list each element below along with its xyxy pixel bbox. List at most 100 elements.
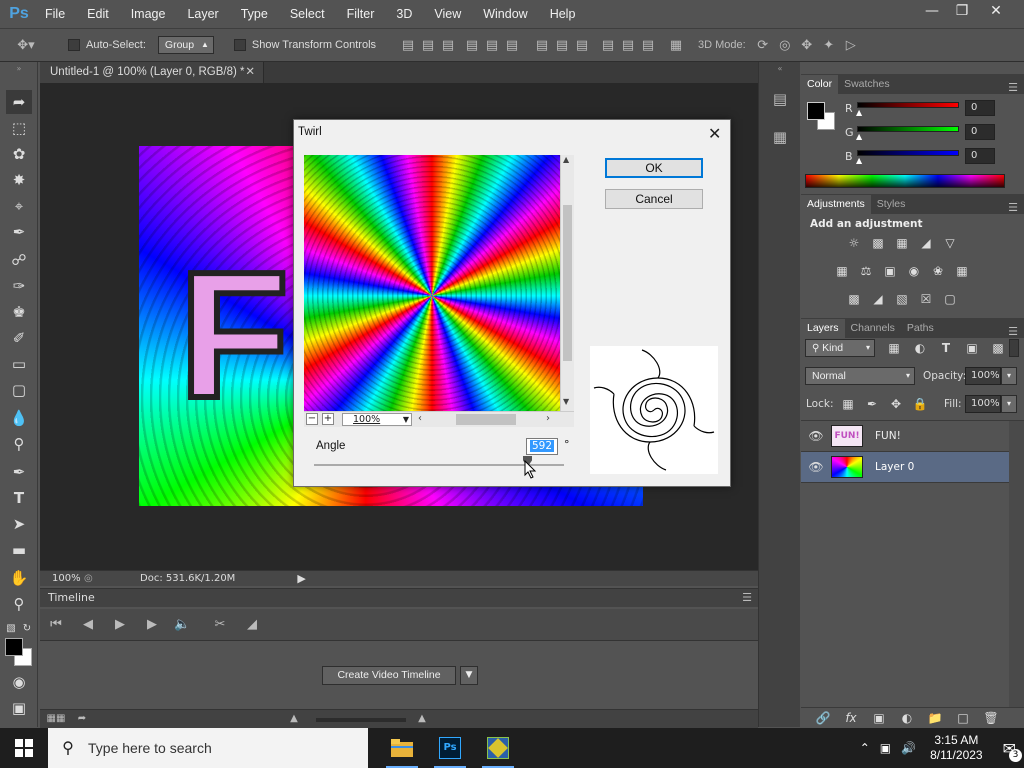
fill-dropdown-arrow[interactable]: ▾: [1001, 395, 1017, 413]
color-panel-menu-icon[interactable]: ☰: [1008, 81, 1018, 94]
auto-select-dropdown[interactable]: Group ▲: [157, 36, 214, 54]
tab-styles[interactable]: Styles: [871, 195, 912, 214]
tray-overflow-chevron-icon[interactable]: ⌃: [860, 741, 870, 755]
menu-layer[interactable]: Layer: [176, 0, 229, 28]
filter-toggle[interactable]: [1009, 339, 1019, 357]
scroll-left-icon[interactable]: ‹: [418, 413, 422, 424]
g-slider[interactable]: [857, 126, 959, 132]
hand-tool-icon[interactable]: ✋: [6, 566, 32, 590]
new-group-icon[interactable]: 📁: [926, 711, 944, 725]
b-slider-thumb[interactable]: ▲: [856, 156, 862, 165]
taskbar-search-box[interactable]: ⚲ Type here to search: [48, 728, 368, 768]
r-value-input[interactable]: 0: [965, 100, 995, 116]
play-icon[interactable]: ▶: [112, 617, 128, 632]
quick-select-tool-icon[interactable]: ✸: [6, 168, 32, 192]
horizontal-scroll-thumb[interactable]: [456, 414, 516, 425]
3d-pan-icon[interactable]: ✥: [796, 38, 818, 53]
move-tool-preset-icon[interactable]: ✥▾: [6, 38, 46, 53]
type-tool-icon[interactable]: T: [6, 486, 32, 510]
levels-icon[interactable]: ▩: [869, 236, 887, 250]
layers-scrollbar[interactable]: [1009, 421, 1024, 713]
zoom-out-timeline-icon[interactable]: ▲: [286, 713, 302, 724]
preview-vertical-scrollbar[interactable]: ▲ ▼: [560, 155, 574, 411]
layer-row-fun[interactable]: 👁 FUN! FUN!: [801, 421, 1009, 452]
status-menu-arrow-icon[interactable]: ▶: [297, 572, 305, 585]
preview-zoom-out-button[interactable]: −: [306, 413, 318, 425]
layer-filter-dropdown[interactable]: ⚲ Kind ▾: [805, 339, 875, 357]
link-layers-icon[interactable]: 🔗: [814, 711, 832, 725]
windows-start-icon[interactable]: [0, 728, 48, 768]
next-frame-icon[interactable]: ▶: [144, 617, 160, 632]
lock-transparent-icon[interactable]: ▦: [839, 397, 857, 411]
foreground-color-swatch[interactable]: [5, 638, 23, 656]
distribute-bottom-icon[interactable]: ▤: [572, 38, 592, 53]
3d-roll-icon[interactable]: ◎: [774, 38, 796, 53]
opacity-dropdown-arrow[interactable]: ▾: [1001, 367, 1017, 385]
3d-orbit-icon[interactable]: ⟳: [752, 38, 774, 53]
g-value-input[interactable]: 0: [965, 124, 995, 140]
menu-help[interactable]: Help: [539, 0, 587, 28]
quick-mask-icon[interactable]: ◉: [6, 670, 32, 694]
color-lookup-icon[interactable]: ▦: [953, 264, 971, 278]
align-left-icon[interactable]: ▤: [462, 38, 482, 53]
lock-position-icon[interactable]: ✥: [887, 397, 905, 411]
layer-visibility-eye-icon[interactable]: 👁: [801, 429, 831, 443]
taskbar-file-explorer-icon[interactable]: [378, 728, 426, 768]
collapse-toolbox-icon[interactable]: »: [0, 64, 38, 73]
filter-adjustment-icon[interactable]: ◐: [911, 341, 929, 355]
new-adjustment-layer-icon[interactable]: ◐: [898, 711, 916, 725]
healing-brush-tool-icon[interactable]: ☍: [6, 248, 32, 272]
layer-visibility-eye-icon[interactable]: 👁: [801, 460, 831, 474]
create-video-timeline-button[interactable]: Create Video Timeline: [322, 666, 456, 685]
ok-button[interactable]: OK: [605, 158, 703, 178]
eraser-tool-icon[interactable]: ▭: [6, 352, 32, 376]
history-brush-tool-icon[interactable]: ✐: [6, 326, 32, 350]
blur-tool-icon[interactable]: 💧: [6, 406, 32, 430]
move-tool-icon[interactable]: ➦: [6, 90, 32, 114]
menu-3d[interactable]: 3D: [385, 0, 423, 28]
preview-zoom-in-button[interactable]: +: [322, 413, 334, 425]
menu-filter[interactable]: Filter: [336, 0, 386, 28]
filter-type-icon[interactable]: T: [937, 341, 955, 355]
color-fg-swatch[interactable]: [807, 102, 825, 120]
menu-select[interactable]: Select: [279, 0, 336, 28]
menu-type[interactable]: Type: [230, 0, 279, 28]
timeline-zoom-slider[interactable]: [316, 718, 406, 722]
scroll-right-icon[interactable]: ›: [546, 413, 550, 424]
b-value-input[interactable]: 0: [965, 148, 995, 164]
curves-icon[interactable]: ▦: [893, 236, 911, 250]
g-slider-thumb[interactable]: ▲: [856, 132, 862, 141]
angle-input[interactable]: 592: [526, 438, 558, 455]
align-right-icon[interactable]: ▤: [502, 38, 522, 53]
align-hcenter-icon[interactable]: ▤: [482, 38, 502, 53]
path-selection-tool-icon[interactable]: ➤: [6, 512, 32, 536]
timeline-convert-icon[interactable]: ➦: [74, 713, 90, 724]
crop-tool-icon[interactable]: ⌖: [6, 194, 32, 218]
auto-align-icon[interactable]: ▦: [666, 38, 686, 53]
status-info-icon[interactable]: ◎: [84, 573, 100, 584]
add-mask-icon[interactable]: ▣: [870, 711, 888, 725]
collapse-dock-icon[interactable]: «: [759, 64, 801, 73]
timeline-menu-icon[interactable]: ☰: [742, 589, 752, 607]
color-balance-icon[interactable]: ⚖: [857, 264, 875, 278]
network-icon[interactable]: ▣: [880, 741, 891, 755]
tab-channels[interactable]: Channels: [845, 319, 901, 338]
align-vcenter-icon[interactable]: ▤: [418, 38, 438, 53]
b-slider[interactable]: [857, 150, 959, 156]
r-slider[interactable]: [857, 102, 959, 108]
volume-icon[interactable]: 🔊: [901, 741, 916, 755]
layer-name-layer0[interactable]: Layer 0: [875, 461, 914, 473]
color-spectrum-bar[interactable]: [805, 174, 1005, 188]
3d-slide-icon[interactable]: ✦: [818, 38, 840, 53]
screen-mode-icon[interactable]: ▣: [6, 696, 32, 720]
channel-mixer-icon[interactable]: ❀: [929, 264, 947, 278]
dialog-close-icon[interactable]: ✕: [708, 124, 721, 143]
clock[interactable]: 3:15 AM 8/11/2023: [930, 733, 983, 763]
auto-select-checkbox[interactable]: [68, 39, 80, 51]
invert-icon[interactable]: ▩: [845, 292, 863, 306]
exposure-icon[interactable]: ◢: [917, 236, 935, 250]
timeline-frames-icon[interactable]: ▦▦: [46, 713, 66, 724]
blend-mode-dropdown[interactable]: Normal ▾: [805, 367, 915, 385]
scroll-down-icon[interactable]: ▼: [563, 397, 569, 406]
tab-color[interactable]: Color: [801, 75, 839, 94]
